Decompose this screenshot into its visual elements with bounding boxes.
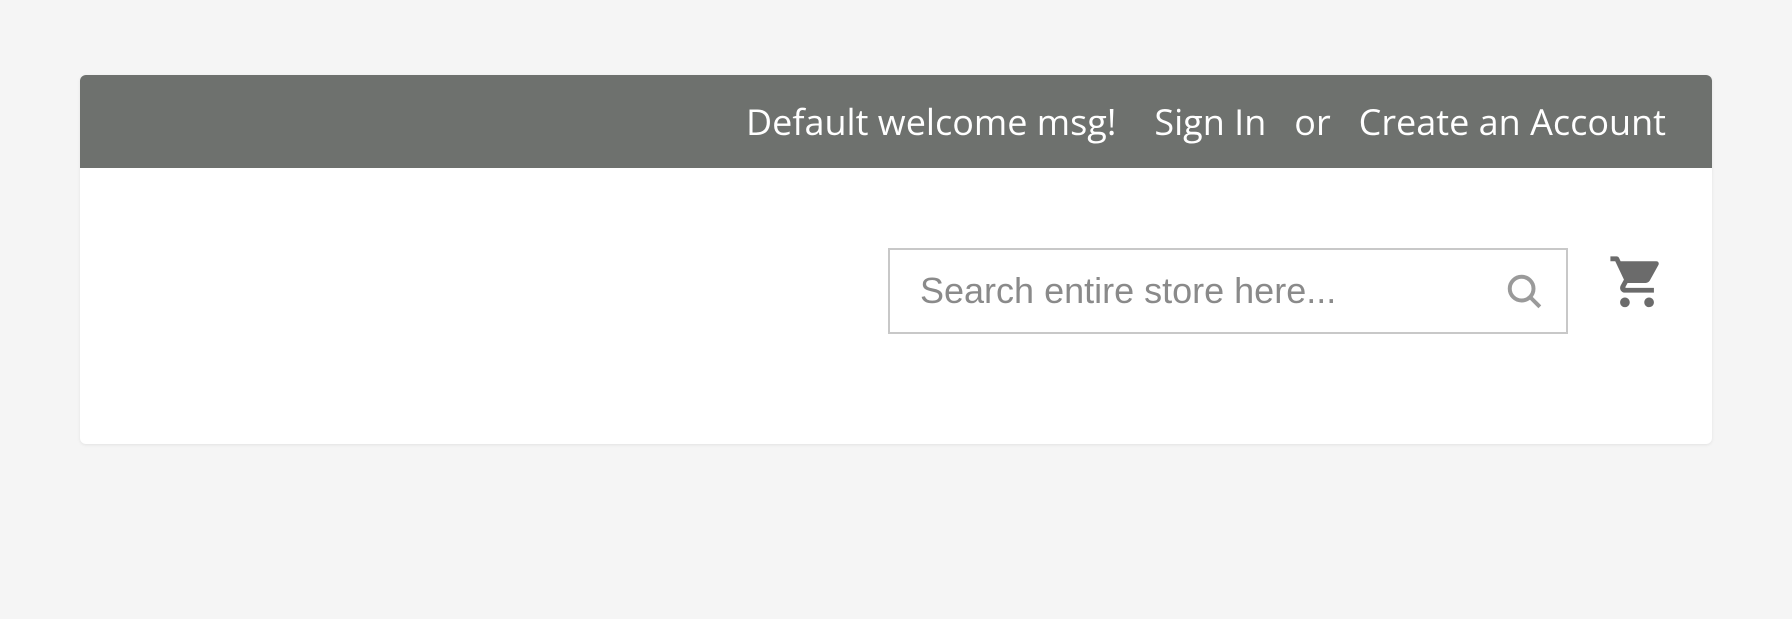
create-account-link[interactable]: Create an Account xyxy=(1359,97,1666,146)
search-input[interactable] xyxy=(888,248,1568,334)
welcome-message: Default welcome msg! xyxy=(746,97,1116,146)
header-main xyxy=(80,168,1712,444)
search-wrapper xyxy=(888,248,1568,334)
page-header: Default welcome msg! Sign In or Create a… xyxy=(80,75,1712,444)
cart-button[interactable] xyxy=(1608,254,1666,317)
sign-in-link[interactable]: Sign In xyxy=(1154,97,1266,146)
search-icon[interactable] xyxy=(1504,271,1544,311)
top-bar: Default welcome msg! Sign In or Create a… xyxy=(80,75,1712,168)
cart-icon xyxy=(1608,254,1666,317)
separator-text: or xyxy=(1294,97,1330,146)
